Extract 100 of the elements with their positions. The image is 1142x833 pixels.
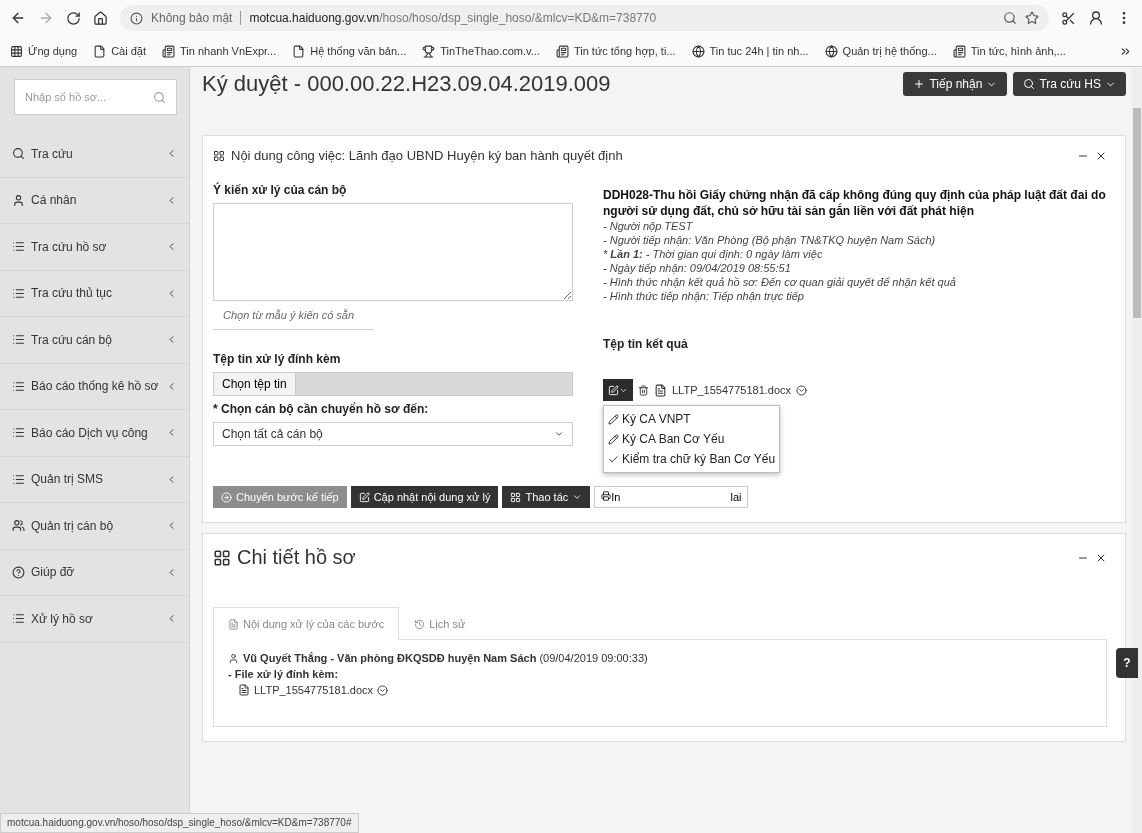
url-text: motcua.haiduong.gov.vn/hoso/hoso/dsp_single_hoso/&mlcv=KD&m=738770 bbox=[249, 11, 657, 25]
search-icon[interactable] bbox=[153, 90, 166, 104]
page-icon bbox=[93, 44, 107, 58]
template-link[interactable]: Chọn từ mẫu ý kiến có sẵn bbox=[213, 301, 373, 330]
scissors-icon[interactable] bbox=[1061, 10, 1076, 26]
sidebar-item[interactable]: Tra cứu bbox=[0, 131, 189, 178]
field-label: Ý kiến xử lý của cán bộ bbox=[213, 183, 348, 197]
edit-icon bbox=[608, 384, 619, 396]
printer-icon bbox=[601, 491, 612, 501]
help-icon bbox=[12, 565, 25, 579]
document-icon bbox=[228, 618, 239, 630]
dropdown-icon[interactable] bbox=[377, 684, 389, 696]
procedure-title: DDH028-Thu hồi Giấy chứng nhận đã cấp không đúng quy định của pháp luật đất đai do người sử dụng đất, chủ sở hữu tài sản gắn liền với đất phát hiện bbox=[603, 187, 1107, 219]
caret-icon bbox=[572, 492, 583, 502]
header-button[interactable]: Tiếp nhận bbox=[903, 72, 1008, 96]
print-button[interactable]: In lai bbox=[594, 486, 749, 508]
address-bar[interactable]: Không bảo mật motcua.haiduong.gov.vn/hoso/hoso/dsp_single_hoso/&mlcv=KD&m=738770 bbox=[120, 5, 1049, 31]
help-button[interactable]: ? bbox=[1116, 648, 1138, 678]
list-icon bbox=[12, 612, 25, 626]
tab[interactable]: Nội dung xử lý của các bước bbox=[213, 607, 400, 640]
globe-icon bbox=[691, 44, 705, 58]
sidebar-item[interactable]: Tra cứu hồ sơ bbox=[0, 224, 189, 271]
menu-item[interactable]: Ký CA Ban Cơ Yếu bbox=[608, 432, 776, 446]
file-link[interactable]: LLTP_1554775181.docx bbox=[672, 384, 792, 396]
back-icon[interactable] bbox=[10, 10, 26, 26]
sidebar-item[interactable]: Báo cáo thống kê hồ sơ bbox=[0, 363, 189, 410]
search-icon[interactable] bbox=[1003, 11, 1017, 25]
menu-item[interactable]: Ký CA VNPT bbox=[608, 412, 776, 426]
sidebar-item[interactable]: Báo cáo Dịch vụ công bbox=[0, 410, 189, 457]
globe-icon bbox=[824, 44, 838, 58]
sidebar-item[interactable]: Quản trị SMS bbox=[0, 456, 189, 503]
bookmark[interactable]: Cài đặt bbox=[111, 45, 146, 57]
tab[interactable]: Lịch sử bbox=[399, 607, 481, 640]
grid-icon bbox=[213, 149, 225, 162]
reload-icon[interactable] bbox=[66, 10, 81, 26]
status-bar: motcua.haiduong.gov.vn/hoso/hoso/dsp_single_hoso/&mlcv=KD&m=738770# bbox=[0, 813, 359, 833]
detail-line: *Lần 1: - Thời gian qui định: 0 ngày làm việc bbox=[603, 247, 824, 261]
newspaper-icon bbox=[162, 44, 175, 58]
header-button[interactable]: Tra cứu HS bbox=[1013, 72, 1126, 96]
apps-icon bbox=[10, 44, 23, 58]
edit-dropdown-button[interactable] bbox=[603, 379, 633, 401]
page-title: Ký duyệt - 000.00.22.H23.09.04.2019.009 bbox=[202, 71, 612, 97]
attachment-label: - File xử lý đính kèm: bbox=[228, 668, 340, 680]
field-label: Tệp tin kết quả bbox=[603, 337, 689, 351]
bookmark[interactable]: Ứng dụng bbox=[28, 45, 78, 57]
sidebar-item[interactable]: Quản trị cán bộ bbox=[0, 503, 189, 550]
pencil-icon bbox=[608, 413, 619, 425]
home-icon[interactable] bbox=[93, 10, 108, 26]
profile-icon[interactable] bbox=[1088, 10, 1104, 26]
trash-icon[interactable] bbox=[638, 384, 649, 396]
scrollbar[interactable] bbox=[1132, 68, 1142, 833]
sidebar-item[interactable]: Giúp đỡ bbox=[0, 549, 189, 596]
search-icon bbox=[1023, 78, 1036, 90]
dropdown-icon[interactable] bbox=[796, 384, 808, 396]
panel-title: Nội dung công việc: Lãnh đạo UBND Huyện ký ban hành quyết định bbox=[231, 148, 624, 163]
menu-item[interactable]: Kiểm tra chữ ký Ban Cơ Yếu bbox=[608, 452, 776, 466]
grid-icon bbox=[510, 491, 522, 503]
field-label: Tệp tin xử lý đính kèm bbox=[213, 352, 342, 366]
bookmark[interactable]: Tin tức, hình ảnh,... bbox=[970, 45, 1066, 57]
officer-select[interactable]: Chọn tất cả cán bộ bbox=[213, 422, 573, 446]
bookmark[interactable]: Tin nhanh VnExpr... bbox=[180, 45, 277, 57]
opinion-field[interactable] bbox=[213, 203, 573, 301]
bookmark[interactable]: Hệ thống văn bản... bbox=[310, 45, 407, 57]
sidebar-item[interactable]: Cá nhân bbox=[0, 177, 189, 224]
panel-title: Chi tiết hồ sơ bbox=[237, 546, 357, 569]
field-label: * Chọn cán bộ cần chuyển hồ sơ đến: bbox=[213, 402, 430, 416]
caret-icon bbox=[554, 429, 564, 439]
sidebar-item[interactable]: Tra cứu thủ tục bbox=[0, 270, 189, 317]
sidebar-item[interactable]: Xử lý hồ sơ bbox=[0, 596, 189, 643]
page-icon bbox=[292, 44, 306, 58]
detail-line: - Người nộp TEST bbox=[603, 219, 694, 233]
action-button[interactable]: Cập nhật nội dung xử lý bbox=[350, 486, 499, 508]
list-icon bbox=[12, 240, 25, 254]
list-icon bbox=[12, 333, 25, 347]
bookmark[interactable]: Quản trị hệ thống... bbox=[842, 45, 937, 57]
detail-line: - Ngày tiếp nhận: 09/04/2019 08:55:51 bbox=[603, 261, 792, 275]
plus-icon bbox=[913, 78, 926, 90]
list-icon bbox=[12, 286, 25, 300]
security-label: Không bảo mật bbox=[151, 11, 242, 25]
pencil-icon bbox=[608, 433, 619, 445]
bookmark[interactable]: TinTheThao.com.v... bbox=[440, 45, 540, 57]
check-icon bbox=[608, 453, 619, 465]
detail-line: - Hình thức tiếp nhận: Tiếp nhận trực tiếp bbox=[603, 289, 805, 303]
bookmark[interactable]: Tin tuc 24h | tin nh... bbox=[709, 45, 809, 57]
detail-line: - Người tiếp nhận: Văn Phòng (Bộ phận TN&TKQ huyện Nam Sách) bbox=[603, 233, 937, 247]
star-icon[interactable] bbox=[1025, 11, 1039, 25]
users-icon bbox=[12, 519, 25, 533]
document-icon bbox=[654, 383, 667, 397]
sidebar-item[interactable]: Tra cứu cán bộ bbox=[0, 317, 189, 364]
list-icon bbox=[12, 472, 25, 486]
grid-icon bbox=[213, 548, 231, 567]
trophy-icon bbox=[422, 44, 436, 58]
bookmark[interactable]: Tin tức tổng hợp, ti... bbox=[573, 45, 676, 57]
newspaper-icon bbox=[952, 44, 966, 58]
detail-line: - Hình thức nhận kết quả hồ sơ: Đến cơ quan giải quyết để nhận kết quả bbox=[603, 275, 957, 289]
list-icon bbox=[12, 426, 25, 440]
file-link[interactable]: LLTP_1554775181.docx bbox=[254, 684, 374, 696]
action-button[interactable]: Thao tác bbox=[502, 486, 591, 508]
info-icon bbox=[130, 11, 143, 25]
search-icon bbox=[12, 147, 25, 161]
